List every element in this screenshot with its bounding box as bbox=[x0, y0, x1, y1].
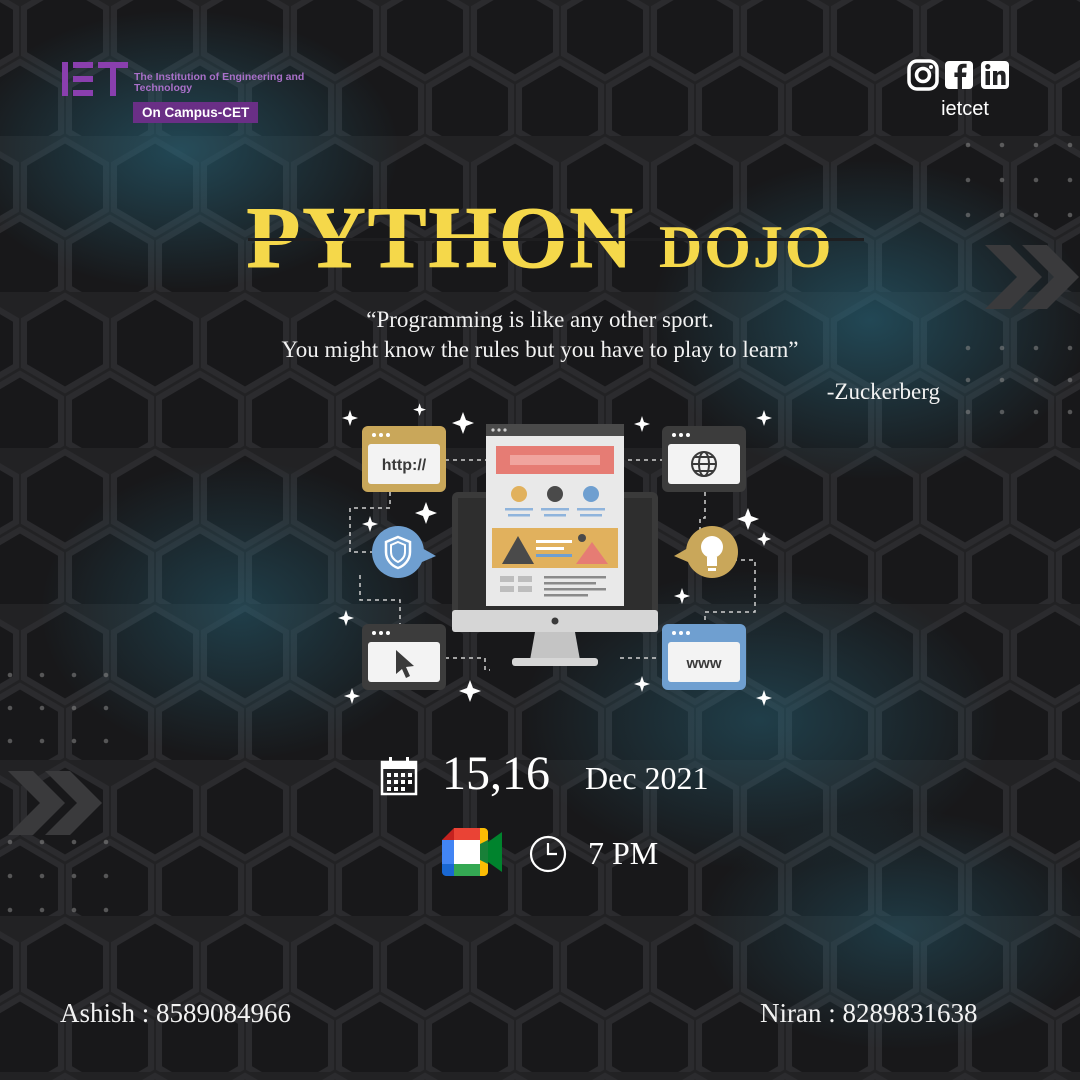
iet-logo: The Institution of Engineering and Techn… bbox=[62, 60, 304, 130]
calendar-icon bbox=[380, 757, 418, 796]
event-poster: The Institution of Engineering and Techn… bbox=[0, 0, 1080, 1080]
event-month-year: Dec 2021 bbox=[585, 760, 709, 796]
globe-window-icon bbox=[662, 426, 746, 492]
shield-icon bbox=[372, 526, 436, 578]
http-window-icon: http:// bbox=[362, 426, 446, 492]
social-links: ietcet bbox=[905, 58, 1020, 128]
website-mockup-icon bbox=[486, 424, 624, 606]
cursor-window-icon bbox=[362, 624, 446, 690]
quote-author: -Zuckerberg bbox=[826, 379, 940, 404]
quote: “Programming is like any other sport. Yo… bbox=[120, 305, 960, 365]
campus-badge: On Campus-CET bbox=[133, 102, 259, 123]
www-label: www bbox=[685, 655, 721, 672]
contact-ashish: Ashish : 8589084966 bbox=[60, 998, 292, 1028]
http-label: http:// bbox=[382, 457, 427, 474]
iet-logo-mark-icon bbox=[62, 62, 128, 96]
google-meet-icon bbox=[442, 828, 502, 876]
title-stencil-line bbox=[248, 238, 864, 241]
web-development-illustration: http:// www bbox=[338, 403, 772, 706]
institution-name: The Institution of Engineering and Techn… bbox=[134, 71, 305, 94]
contact-niran: Niran : 8289831638 bbox=[760, 998, 978, 1028]
event-time-label: 7 PM bbox=[588, 835, 659, 871]
social-handle: ietcet bbox=[941, 98, 989, 120]
quote-line-2: You might know the rules but you have to… bbox=[281, 337, 799, 362]
clock-icon bbox=[529, 835, 567, 873]
lightbulb-icon bbox=[674, 526, 738, 578]
title-sub: DOJO bbox=[658, 214, 834, 280]
www-window-icon: www bbox=[662, 624, 746, 690]
linkedin-icon[interactable] bbox=[981, 61, 1009, 89]
event-days: 15,16 bbox=[442, 747, 550, 800]
instagram-icon[interactable] bbox=[907, 59, 939, 91]
quote-line-1: “Programming is like any other sport. bbox=[366, 307, 714, 332]
facebook-icon[interactable] bbox=[945, 61, 973, 89]
